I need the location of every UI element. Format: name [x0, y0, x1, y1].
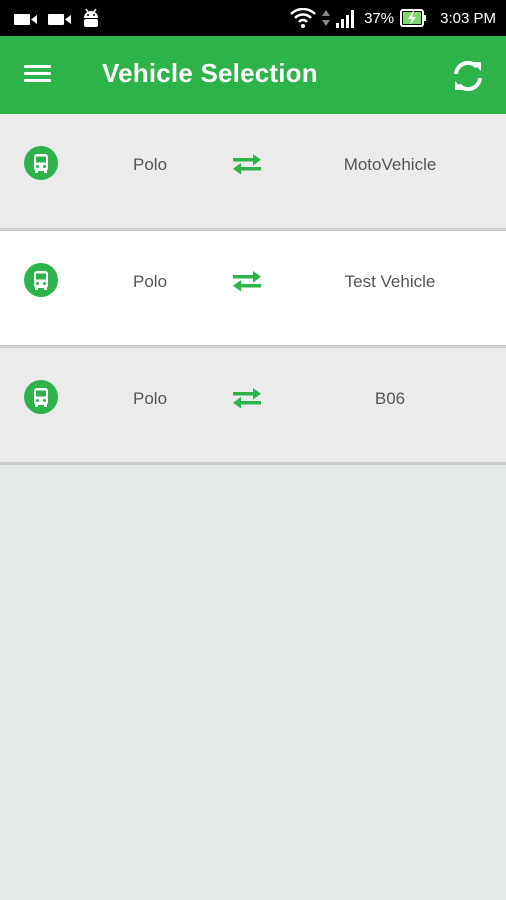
wifi-icon [290, 8, 316, 28]
hamburger-menu-icon[interactable] [22, 60, 58, 92]
bus-icon [24, 146, 58, 180]
system-status: 37% 3:03 PM [290, 0, 496, 36]
video-camera-icon [48, 14, 71, 25]
bus-icon [24, 263, 58, 297]
vehicle-name: Test Vehicle [344, 272, 436, 291]
notification-icons [14, 8, 100, 30]
vehicle-row[interactable]: Polo B06 [0, 348, 506, 465]
data-transfer-icon [322, 10, 331, 26]
bus-icon [24, 380, 58, 414]
vehicle-list: Polo MotoVehicle Polo Test Vehicle Polo … [0, 114, 506, 465]
signal-icon [336, 10, 355, 28]
clock: 3:03 PM [440, 9, 496, 27]
refresh-icon[interactable] [448, 56, 488, 96]
video-camera-icon [14, 14, 37, 25]
swap-arrows-icon[interactable] [233, 387, 261, 409]
battery-charging-icon [400, 9, 427, 27]
vehicle-row[interactable]: Polo MotoVehicle [0, 114, 506, 231]
app-bar: Vehicle Selection [0, 36, 506, 114]
page-title: Vehicle Selection [102, 58, 318, 88]
vehicle-row[interactable]: Polo Test Vehicle [0, 231, 506, 348]
swap-arrows-icon[interactable] [233, 153, 261, 175]
vehicle-name: B06 [374, 389, 406, 408]
android-icon [84, 8, 98, 27]
vehicle-model: Polo [133, 389, 168, 408]
vehicle-name: MotoVehicle [343, 155, 437, 174]
battery-percent: 37% [364, 9, 395, 27]
vehicle-model: Polo [133, 155, 168, 174]
status-bar: 37% 3:03 PM [0, 0, 506, 36]
vehicle-model: Polo [133, 272, 168, 291]
swap-arrows-icon[interactable] [233, 270, 261, 292]
